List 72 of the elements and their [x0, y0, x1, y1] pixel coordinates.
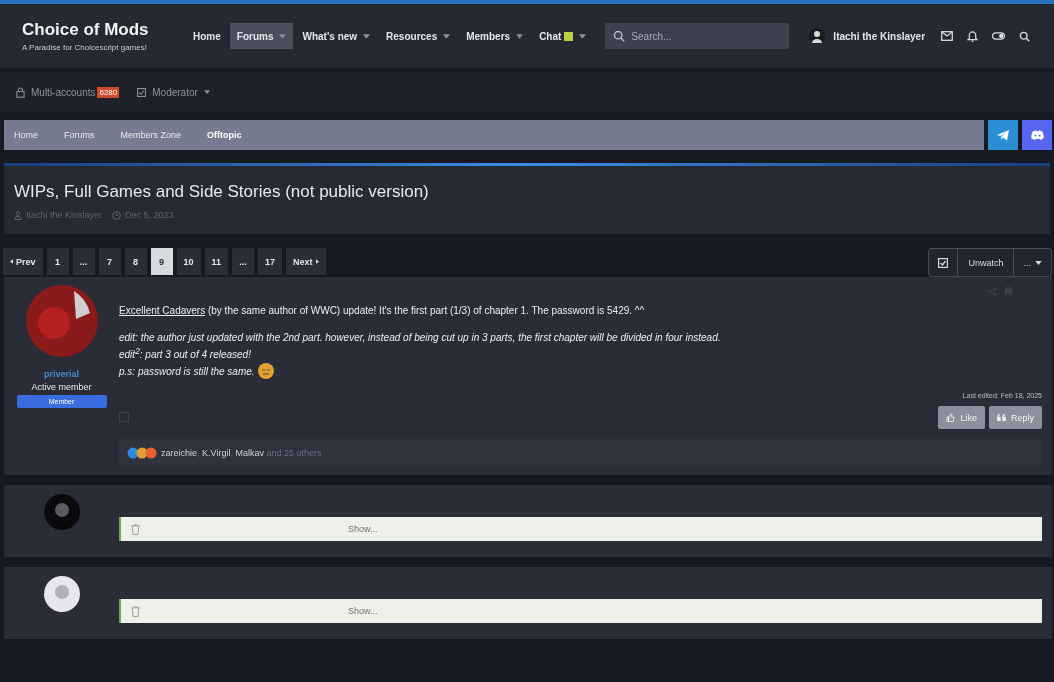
breadcrumb-link[interactable]: Home — [14, 130, 38, 140]
telegram-button[interactable] — [988, 120, 1018, 150]
page-button[interactable]: 9 — [150, 248, 173, 275]
emoji-icon — [257, 363, 274, 380]
breadcrumb-link[interactable]: Offtopic — [207, 130, 242, 140]
bell-icon[interactable] — [967, 30, 979, 42]
page-button[interactable]: 1 — [46, 248, 69, 275]
post-text: edit$^{2}$: part 3 out of 4 released! — [119, 346, 252, 361]
caret-icon[interactable] — [203, 90, 210, 94]
site-tagline: A Paradise for Choicescript games! — [22, 43, 148, 52]
reaction-icons[interactable] — [127, 447, 159, 460]
page-button[interactable]: 8 — [124, 248, 147, 275]
user-avatar[interactable] — [809, 28, 826, 44]
subnav-link[interactable]: Multi-accounts — [31, 86, 96, 98]
subnav-link[interactable]: Moderator — [152, 86, 198, 98]
post-text: Excellent Cadavers (by the same author of WWC) update! It's the first part (1/3) of chapter 1. The password is 5429. ^^ — [119, 305, 646, 316]
unwatch-button[interactable]: Unwatch — [957, 249, 1015, 276]
prev-button[interactable]: Prev — [3, 248, 43, 275]
show-link[interactable]: Show... — [348, 606, 378, 617]
count-badge: 6280 — [97, 86, 120, 98]
quote-icon — [997, 414, 1006, 422]
username[interactable]: priverial — [44, 369, 79, 379]
checkbox-icon — [137, 87, 147, 97]
page-button[interactable]: ... — [232, 248, 255, 275]
checkbox-icon — [938, 257, 949, 268]
trash-icon — [131, 605, 140, 617]
avatar[interactable] — [43, 576, 80, 613]
nav-tab[interactable]: Chat — [539, 30, 562, 42]
avatar[interactable] — [25, 285, 98, 357]
post-text: edit: the author just updated with the 2nd part. however, instead of being cut up in 3 parts, the first chapter will be divided in four instead. — [119, 332, 722, 343]
page-button[interactable]: ... — [72, 248, 95, 275]
breadcrumb-link[interactable]: Members Zone — [120, 130, 182, 140]
trash-icon — [131, 523, 140, 535]
lock-icon — [16, 86, 25, 98]
more-button[interactable]: ... — [1014, 249, 1051, 276]
search-icon[interactable] — [1019, 30, 1031, 42]
arrow-left-icon — [10, 259, 13, 264]
toggle-icon[interactable] — [992, 32, 1006, 40]
caret-icon[interactable] — [579, 33, 587, 39]
search-field[interactable]: Search... — [605, 23, 790, 49]
clock-icon — [112, 210, 122, 220]
discord-icon — [1030, 130, 1044, 140]
page-button[interactable]: 10 — [176, 248, 201, 275]
arrow-right-icon — [315, 259, 319, 264]
search-icon — [613, 30, 626, 42]
caret-icon[interactable] — [516, 33, 524, 39]
nav-tab[interactable]: Resources — [386, 30, 438, 42]
nav-tab[interactable]: Home — [193, 30, 221, 42]
show-link[interactable]: Show... — [348, 524, 378, 535]
page-button[interactable]: 7 — [98, 248, 121, 275]
chat-status-icon — [564, 31, 574, 41]
caret-icon[interactable] — [279, 33, 287, 39]
user-title: Active member — [31, 382, 92, 392]
caret-icon[interactable] — [443, 33, 451, 39]
nav-tab[interactable]: What's new — [302, 30, 358, 42]
next-button[interactable]: Next — [286, 248, 326, 275]
caret-icon — [1035, 260, 1042, 265]
paper-plane-icon — [996, 129, 1010, 141]
user-icon — [14, 210, 22, 220]
thumbs-up-icon — [946, 413, 956, 423]
page-button[interactable]: 17 — [258, 248, 283, 275]
nav-tab[interactable]: Members — [466, 30, 511, 42]
user-name[interactable]: Itachi the Kinslayer — [833, 30, 926, 42]
post-text: p.s: password is still the same. — [119, 363, 1042, 380]
caret-icon[interactable] — [363, 33, 371, 39]
discord-button[interactable] — [1022, 120, 1052, 150]
site-title[interactable]: Choice of Mods — [22, 20, 174, 40]
envelope-icon[interactable] — [941, 31, 954, 41]
post-link[interactable]: Excellent Cadavers — [119, 305, 206, 316]
thread-title: WIPs, Full Games and Side Stories (not public version) — [14, 182, 430, 202]
page-button[interactable]: 11 — [204, 248, 229, 275]
breadcrumb-link[interactable]: Forums — [64, 130, 95, 140]
